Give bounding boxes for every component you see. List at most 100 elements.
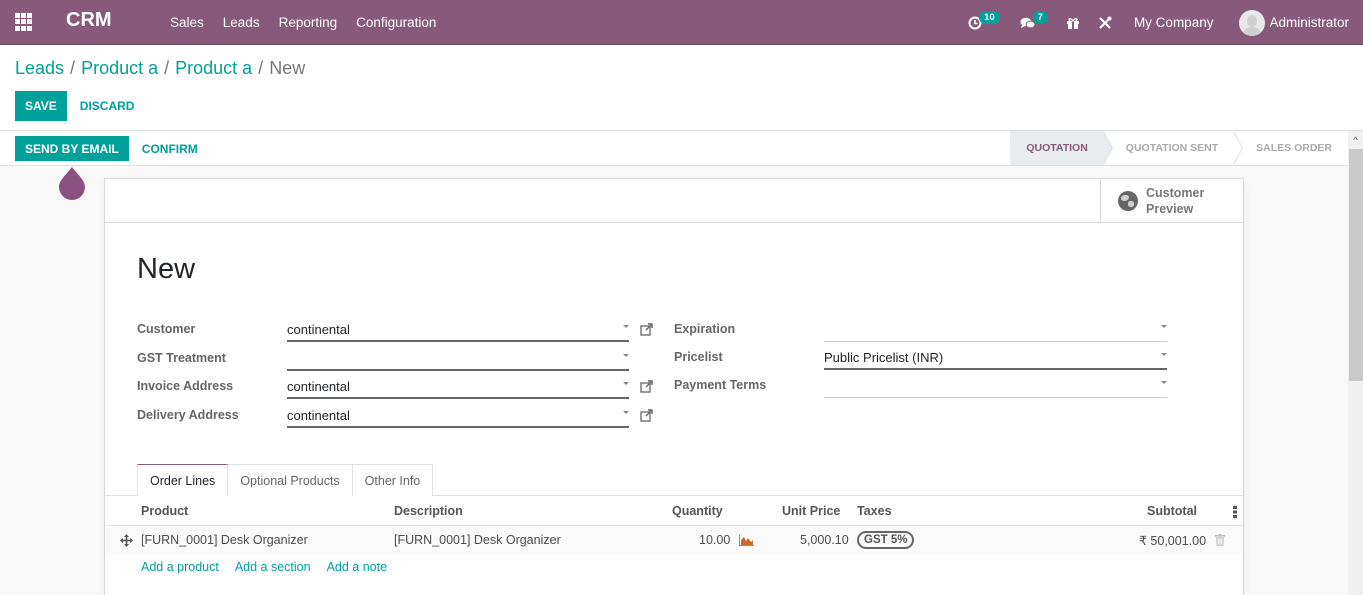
vertical-scrollbar[interactable]: ^ [1348, 131, 1363, 595]
systray: 10 7 My Company Administrator [968, 0, 1363, 45]
add-line-links: Add a product Add a section Add a note [141, 560, 403, 574]
dropdown-caret-icon[interactable] [623, 411, 629, 414]
invoice-address-value: continental [287, 379, 350, 394]
optional-columns-icon[interactable] [1233, 506, 1237, 518]
delivery-address-field[interactable]: continental [287, 407, 629, 428]
gift-menu[interactable] [1066, 16, 1080, 30]
breadcrumb-current: New [269, 58, 306, 78]
expiration-label: Expiration [674, 322, 736, 336]
tools-icon [1099, 16, 1112, 29]
external-link-icon[interactable] [640, 409, 653, 422]
column-quantity[interactable]: Quantity [672, 504, 723, 518]
activity-menu[interactable]: 10 [968, 11, 1000, 30]
customer-preview-button[interactable]: Customer Preview [1100, 179, 1243, 223]
stat-button-line2: Preview [1146, 202, 1194, 216]
save-button[interactable]: SAVE [15, 91, 67, 121]
notebook-tabs: Order Lines Optional Products Other Info [137, 464, 434, 497]
stage-label: QUOTATION SENT [1125, 142, 1219, 154]
gst-treatment-label: GST Treatment [137, 351, 226, 365]
menu-item-configuration[interactable]: Configuration [356, 15, 436, 30]
app-brand[interactable]: CRM [66, 9, 112, 32]
column-unit-price[interactable]: Unit Price [782, 504, 840, 518]
user-menu[interactable]: Administrator [1269, 15, 1349, 30]
debug-tools-menu[interactable] [1098, 16, 1112, 30]
form-sheet: Customer Preview New Customer continenta… [104, 178, 1244, 595]
cell-description[interactable]: [FURN_0001] Desk Organizer [394, 533, 561, 547]
customer-field[interactable]: continental [287, 321, 629, 342]
forecast-chart-icon[interactable] [739, 535, 754, 546]
messages-badge: 7 [1032, 11, 1048, 24]
customer-value: continental [287, 322, 350, 337]
dropdown-caret-icon[interactable] [623, 382, 629, 385]
pricelist-label: Pricelist [674, 350, 723, 364]
pricelist-field[interactable]: Public Pricelist (INR) [824, 349, 1167, 370]
tab-optional-products[interactable]: Optional Products [227, 464, 353, 496]
stage-quotation-sent[interactable]: QUOTATION SENT [1104, 131, 1244, 165]
order-lines-header: Product Description Quantity Unit Price … [105, 496, 1243, 526]
invoice-address-label: Invoice Address [137, 379, 234, 393]
scroll-up-icon[interactable]: ^ [1348, 131, 1363, 148]
tip-drop-icon[interactable] [57, 166, 87, 200]
add-note-link[interactable]: Add a note [327, 560, 387, 574]
stage-sales-order[interactable]: SALES ORDER [1234, 131, 1348, 165]
table-row[interactable]: [FURN_0001] Desk Organizer [FURN_0001] D… [105, 527, 1243, 555]
send-by-email-button[interactable]: SEND BY EMAIL [15, 136, 129, 161]
form-statusbar: SEND BY EMAIL CONFIRM QUOTATION QUOTATIO… [0, 131, 1348, 166]
expiration-field[interactable] [824, 321, 1167, 342]
add-product-link[interactable]: Add a product [141, 560, 219, 574]
customer-label: Customer [137, 322, 196, 336]
tab-order-lines[interactable]: Order Lines [137, 464, 229, 497]
messaging-menu[interactable]: 7 [1020, 11, 1048, 30]
trash-icon[interactable] [1215, 534, 1225, 546]
discard-button[interactable]: DISCARD [67, 91, 148, 121]
control-panel: Leads / Product a / Product a / New SAVE DISCA… [0, 45, 1363, 131]
drag-handle-icon[interactable] [120, 534, 133, 547]
gst-treatment-field[interactable] [287, 350, 629, 371]
dropdown-caret-icon[interactable] [1161, 381, 1167, 384]
dropdown-caret-icon[interactable] [1161, 325, 1167, 328]
dropdown-caret-icon[interactable] [1161, 353, 1167, 356]
add-section-link[interactable]: Add a section [235, 560, 311, 574]
apps-menu-icon[interactable] [15, 13, 33, 31]
pricelist-value: Public Pricelist (INR) [824, 350, 944, 365]
tax-badge[interactable]: GST 5% [857, 531, 915, 549]
delivery-address-value: continental [287, 408, 350, 423]
menu-item-leads[interactable]: Leads [223, 15, 260, 30]
globe-icon [1118, 191, 1138, 211]
breadcrumb-product-a[interactable]: Product a [81, 58, 158, 78]
gift-icon [1066, 17, 1079, 29]
stage-label: QUOTATION [1026, 142, 1088, 154]
stage-pipeline: QUOTATION QUOTATION SENT SALES ORDER [1010, 131, 1348, 165]
breadcrumb-leads[interactable]: Leads [15, 58, 64, 78]
menu-item-sales[interactable]: Sales [170, 15, 204, 30]
scroll-thumb[interactable] [1349, 149, 1363, 381]
column-product[interactable]: Product [141, 504, 188, 518]
dropdown-caret-icon[interactable] [623, 325, 629, 328]
cell-unit-price[interactable]: 5,000.10 [800, 533, 849, 547]
column-description[interactable]: Description [394, 504, 463, 518]
menu-item-reporting[interactable]: Reporting [279, 15, 338, 30]
external-link-icon[interactable] [640, 380, 653, 393]
breadcrumb: Leads / Product a / Product a / New [15, 58, 306, 78]
stage-label: SALES ORDER [1256, 142, 1332, 154]
delivery-address-label: Delivery Address [137, 408, 239, 422]
dropdown-caret-icon[interactable] [623, 354, 629, 357]
external-link-icon[interactable] [640, 323, 653, 336]
stage-quotation[interactable]: QUOTATION [1010, 131, 1113, 165]
company-switcher[interactable]: My Company [1134, 15, 1214, 30]
tab-other-info[interactable]: Other Info [351, 464, 434, 496]
payment-terms-field[interactable] [824, 377, 1167, 398]
breadcrumb-product-a-2[interactable]: Product a [175, 58, 252, 78]
user-avatar[interactable] [1239, 9, 1266, 36]
confirm-button[interactable]: CONFIRM [129, 136, 211, 161]
cell-quantity[interactable]: 10.00 [699, 533, 730, 547]
activity-badge: 10 [979, 11, 1000, 24]
column-subtotal[interactable]: Subtotal [1147, 504, 1197, 518]
cell-subtotal: ₹ 50,001.00 [1139, 534, 1207, 548]
payment-terms-label: Payment Terms [674, 378, 767, 392]
button-box: Customer Preview [105, 179, 1243, 223]
cell-product[interactable]: [FURN_0001] Desk Organizer [141, 533, 308, 547]
column-taxes[interactable]: Taxes [857, 504, 892, 518]
top-navbar: CRM Sales Leads Reporting Configuration … [0, 0, 1363, 45]
invoice-address-field[interactable]: continental [287, 378, 629, 399]
